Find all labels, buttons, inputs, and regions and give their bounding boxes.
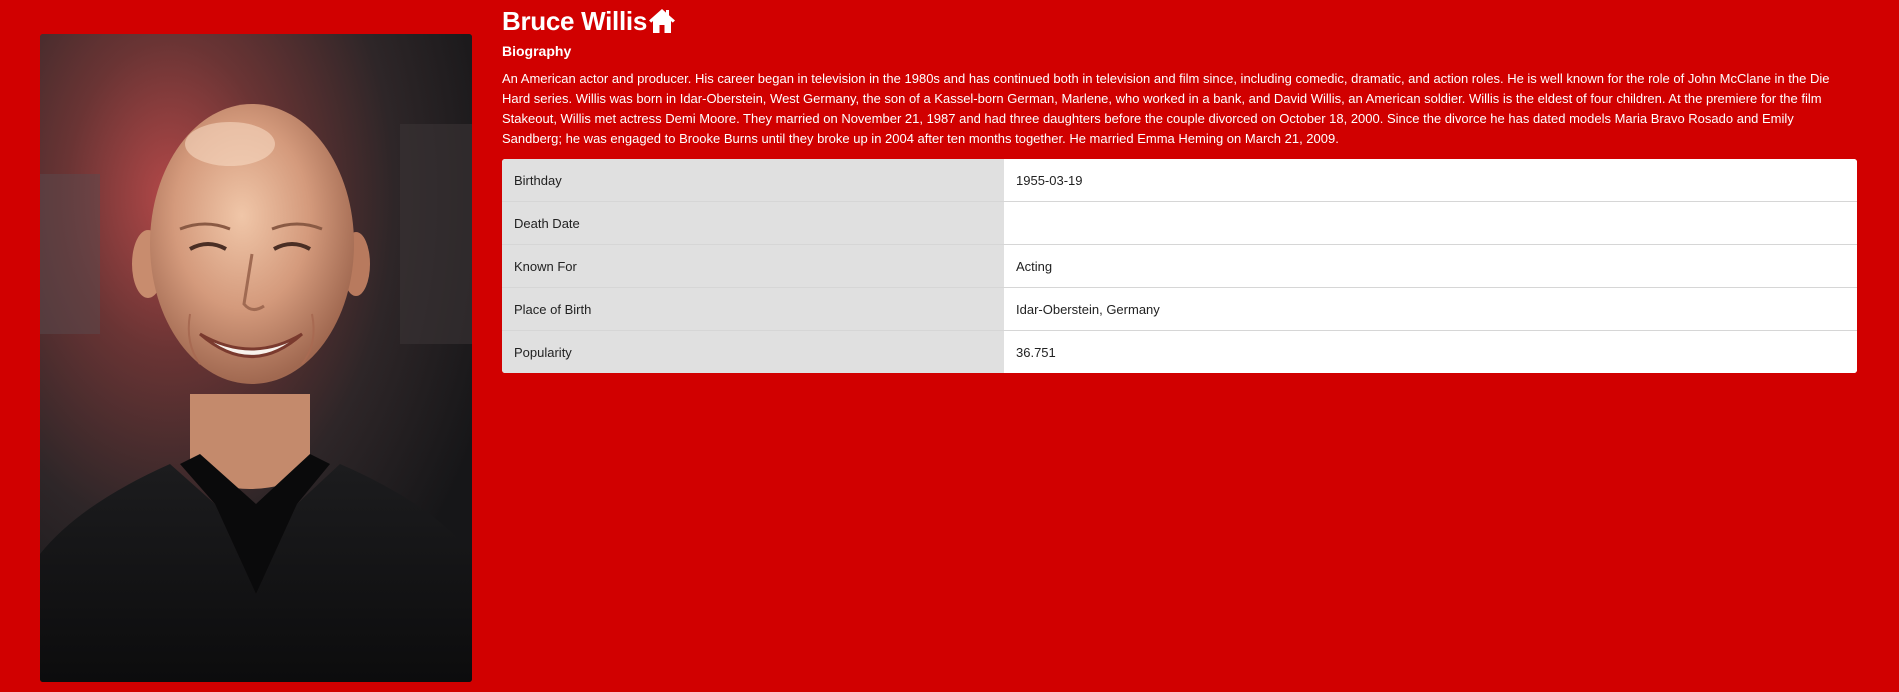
profile-photo [40, 34, 472, 682]
detail-value: Acting [1004, 244, 1857, 288]
person-page: Bruce Willis Biography An American actor… [0, 0, 1899, 692]
detail-label: Death Date [502, 201, 1004, 245]
detail-label: Known For [502, 244, 1004, 288]
table-row: Popularity 36.751 [502, 330, 1857, 373]
biography-text: An American actor and producer. His care… [502, 71, 1830, 146]
detail-value [1004, 201, 1857, 245]
table-row: Death Date [502, 201, 1857, 245]
table-row: Known For Acting [502, 244, 1857, 288]
biography-heading: Biography [502, 43, 572, 59]
table-row: Place of Birth Idar-Oberstein, Germany [502, 287, 1857, 331]
details-table-body: Birthday 1955-03-19 Death Date Known For… [502, 159, 1857, 373]
detail-value: 36.751 [1004, 330, 1857, 373]
detail-label: Place of Birth [502, 287, 1004, 331]
title-row: Bruce Willis [502, 6, 1857, 36]
portrait-illustration [40, 34, 472, 682]
person-details: Bruce Willis Biography An American actor… [502, 0, 1857, 373]
person-name: Bruce Willis [502, 6, 647, 36]
detail-label: Popularity [502, 330, 1004, 373]
table-row: Birthday 1955-03-19 [502, 159, 1857, 202]
home-icon[interactable] [648, 8, 676, 34]
detail-value: Idar-Oberstein, Germany [1004, 287, 1857, 331]
details-table: Birthday 1955-03-19 Death Date Known For… [502, 159, 1857, 373]
detail-value: 1955-03-19 [1004, 159, 1857, 202]
detail-label: Birthday [502, 159, 1004, 202]
